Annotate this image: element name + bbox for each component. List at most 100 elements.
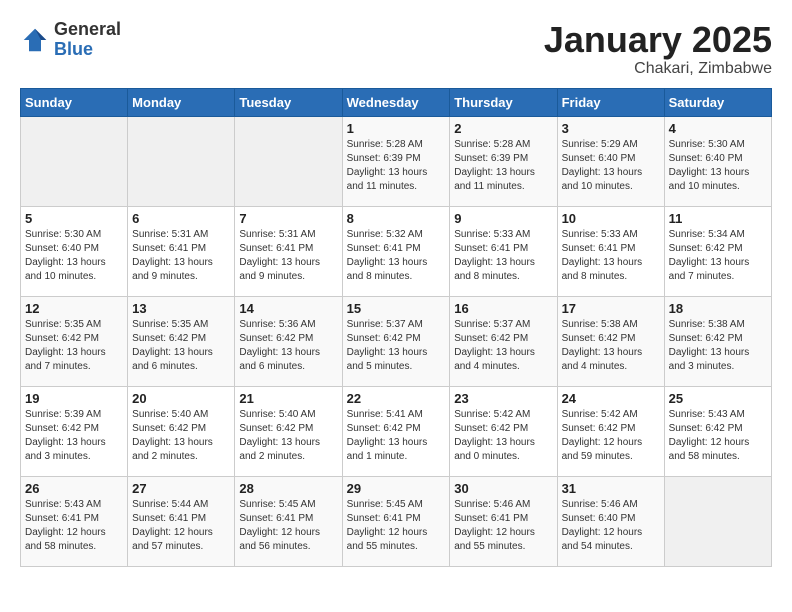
calendar-cell: 26Sunrise: 5:43 AM Sunset: 6:41 PM Dayli… (21, 476, 128, 566)
day-number: 9 (454, 211, 552, 226)
day-number: 16 (454, 301, 552, 316)
calendar-table: Sunday Monday Tuesday Wednesday Thursday… (20, 88, 772, 567)
logo-icon (20, 25, 50, 55)
calendar-cell: 30 Sunrise: 5:46 AM Sunset: 6:41 PM Dayli… (450, 476, 557, 566)
calendar-body: 1 Sunrise: 5:28 AM Sunset: 6:39 PM Daylig… (21, 116, 772, 566)
header-friday: Friday (557, 88, 664, 116)
header-thursday: Thursday (450, 88, 557, 116)
day-info: Sunrise: 5:42 AM Sunset: 6:42 PM Dayligh… (562, 408, 660, 464)
header-wednesday: Wednesday (342, 88, 450, 116)
day-info: Sunrise: 5:46 AM Sunset: 6:40 PM Dayligh… (562, 498, 660, 554)
calendar-cell: 28 Sunrise: 5:45 AM Sunset: 6:41 PM Dayli… (235, 476, 342, 566)
day-number: 5 (25, 211, 123, 226)
day-info: Sunrise: 5:45 AM Sunset: 6:41 PM Dayligh… (239, 498, 337, 554)
month-title: January 2025 (544, 20, 772, 60)
day-number: 19 (25, 391, 123, 406)
day-number: 21 (239, 391, 337, 406)
day-info: Sunrise: 5:46 AM Sunset: 6:41 PM Dayligh… (454, 498, 552, 554)
day-number: 13 (132, 301, 230, 316)
day-info: Sunrise: 5:31 AM Sunset: 6:41 PM Dayligh… (132, 228, 230, 284)
day-info: Sunrise: 5:41 AM Sunset: 6:42 PM Dayligh… (347, 408, 446, 464)
calendar-cell (21, 116, 128, 206)
calendar-cell: 22Sunrise: 5:41 AM Sunset: 6:42 PM Dayli… (342, 386, 450, 476)
calendar-cell: 16 Sunrise: 5:37 AM Sunset: 6:42 PM Dayli… (450, 296, 557, 386)
day-info: Sunrise: 5:33 AM Sunset: 6:41 PM Dayligh… (454, 228, 552, 284)
calendar-cell (664, 476, 771, 566)
calendar-cell: 15 Sunrise: 5:37 AM Sunset: 6:42 PM Dayli… (342, 296, 450, 386)
day-number: 3 (562, 121, 660, 136)
calendar-cell: 6Sunrise: 5:31 AM Sunset: 6:41 PM Daylig… (128, 206, 235, 296)
calendar-cell: 20 Sunrise: 5:40 AM Sunset: 6:42 PM Dayli… (128, 386, 235, 476)
calendar-week-1: 1 Sunrise: 5:28 AM Sunset: 6:39 PM Daylig… (21, 116, 772, 206)
day-info: Sunrise: 5:40 AM Sunset: 6:42 PM Dayligh… (132, 408, 230, 464)
calendar-cell: 18 Sunrise: 5:38 AM Sunset: 6:42 PM Dayli… (664, 296, 771, 386)
day-number: 8 (347, 211, 446, 226)
calendar-week-4: 19 Sunrise: 5:39 AM Sunset: 6:42 PM Dayli… (21, 386, 772, 476)
calendar-cell: 17 Sunrise: 5:38 AM Sunset: 6:42 PM Dayli… (557, 296, 664, 386)
calendar-cell: 19 Sunrise: 5:39 AM Sunset: 6:42 PM Dayli… (21, 386, 128, 476)
day-number: 20 (132, 391, 230, 406)
calendar-cell: 3 Sunrise: 5:29 AM Sunset: 6:40 PM Daylig… (557, 116, 664, 206)
day-info: Sunrise: 5:36 AM Sunset: 6:42 PM Dayligh… (239, 318, 337, 374)
page-header: General Blue January 2025 Chakari, Zimba… (20, 20, 772, 78)
calendar-cell: 9 Sunrise: 5:33 AM Sunset: 6:41 PM Daylig… (450, 206, 557, 296)
logo: General Blue (20, 20, 121, 60)
day-number: 28 (239, 481, 337, 496)
day-number: 27 (132, 481, 230, 496)
header-monday: Monday (128, 88, 235, 116)
calendar-week-5: 26Sunrise: 5:43 AM Sunset: 6:41 PM Dayli… (21, 476, 772, 566)
calendar-cell (235, 116, 342, 206)
day-number: 11 (669, 211, 767, 226)
calendar-cell: 25 Sunrise: 5:43 AM Sunset: 6:42 PM Dayli… (664, 386, 771, 476)
header-tuesday: Tuesday (235, 88, 342, 116)
day-info: Sunrise: 5:28 AM Sunset: 6:39 PM Dayligh… (454, 138, 552, 194)
calendar-cell: 10 Sunrise: 5:33 AM Sunset: 6:41 PM Dayli… (557, 206, 664, 296)
calendar-header: Sunday Monday Tuesday Wednesday Thursday… (21, 88, 772, 116)
calendar-cell: 13 Sunrise: 5:35 AM Sunset: 6:42 PM Dayli… (128, 296, 235, 386)
calendar-cell: 29Sunrise: 5:45 AM Sunset: 6:41 PM Dayli… (342, 476, 450, 566)
day-info: Sunrise: 5:43 AM Sunset: 6:41 PM Dayligh… (25, 498, 123, 554)
day-number: 12 (25, 301, 123, 316)
day-info: Sunrise: 5:37 AM Sunset: 6:42 PM Dayligh… (347, 318, 446, 374)
calendar-cell: 27 Sunrise: 5:44 AM Sunset: 6:41 PM Dayli… (128, 476, 235, 566)
calendar-cell: 11Sunrise: 5:34 AM Sunset: 6:42 PM Dayli… (664, 206, 771, 296)
day-number: 4 (669, 121, 767, 136)
day-number: 24 (562, 391, 660, 406)
day-info: Sunrise: 5:28 AM Sunset: 6:39 PM Dayligh… (347, 138, 446, 194)
calendar-cell (128, 116, 235, 206)
day-number: 18 (669, 301, 767, 316)
header-sunday: Sunday (21, 88, 128, 116)
day-number: 30 (454, 481, 552, 496)
calendar-cell: 5Sunrise: 5:30 AM Sunset: 6:40 PM Daylig… (21, 206, 128, 296)
day-info: Sunrise: 5:40 AM Sunset: 6:42 PM Dayligh… (239, 408, 337, 464)
calendar-cell: 12Sunrise: 5:35 AM Sunset: 6:42 PM Dayli… (21, 296, 128, 386)
day-number: 25 (669, 391, 767, 406)
header-row: Sunday Monday Tuesday Wednesday Thursday… (21, 88, 772, 116)
calendar-week-3: 12 Sunrise: 5:35 AM Sunset: 6:42 PM Dayli… (21, 296, 772, 386)
day-info: Sunrise: 5:39 AM Sunset: 6:42 PM Dayligh… (25, 408, 123, 464)
title-section: January 2025 Chakari, Zimbabwe (544, 20, 772, 78)
calendar-cell: 31Sunrise: 5:46 AM Sunset: 6:40 PM Dayli… (557, 476, 664, 566)
day-info: Sunrise: 5:43 AM Sunset: 6:42 PM Dayligh… (669, 408, 767, 464)
day-info: Sunrise: 5:31 AM Sunset: 6:41 PM Dayligh… (239, 228, 337, 284)
day-info: Sunrise: 5:35 AM Sunset: 6:42 PM Dayligh… (132, 318, 230, 374)
location-subtitle: Chakari, Zimbabwe (544, 60, 772, 78)
calendar-cell: 23Sunrise: 5:42 AM Sunset: 6:42 PM Dayli… (450, 386, 557, 476)
day-number: 10 (562, 211, 660, 226)
day-number: 17 (562, 301, 660, 316)
calendar-cell: 4Sunrise: 5:30 AM Sunset: 6:40 PM Daylig… (664, 116, 771, 206)
day-info: Sunrise: 5:38 AM Sunset: 6:42 PM Dayligh… (562, 318, 660, 374)
day-info: Sunrise: 5:33 AM Sunset: 6:41 PM Dayligh… (562, 228, 660, 284)
calendar-cell: 21 Sunrise: 5:40 AM Sunset: 6:42 PM Dayli… (235, 386, 342, 476)
calendar-cell: 2 Sunrise: 5:28 AM Sunset: 6:39 PM Daylig… (450, 116, 557, 206)
day-number: 2 (454, 121, 552, 136)
day-info: Sunrise: 5:44 AM Sunset: 6:41 PM Dayligh… (132, 498, 230, 554)
day-info: Sunrise: 5:37 AM Sunset: 6:42 PM Dayligh… (454, 318, 552, 374)
header-saturday: Saturday (664, 88, 771, 116)
day-info: Sunrise: 5:38 AM Sunset: 6:42 PM Dayligh… (669, 318, 767, 374)
day-info: Sunrise: 5:29 AM Sunset: 6:40 PM Dayligh… (562, 138, 660, 194)
calendar-cell: 7Sunrise: 5:31 AM Sunset: 6:41 PM Daylig… (235, 206, 342, 296)
day-number: 15 (347, 301, 446, 316)
day-number: 1 (347, 121, 446, 136)
calendar-cell: 1 Sunrise: 5:28 AM Sunset: 6:39 PM Daylig… (342, 116, 450, 206)
